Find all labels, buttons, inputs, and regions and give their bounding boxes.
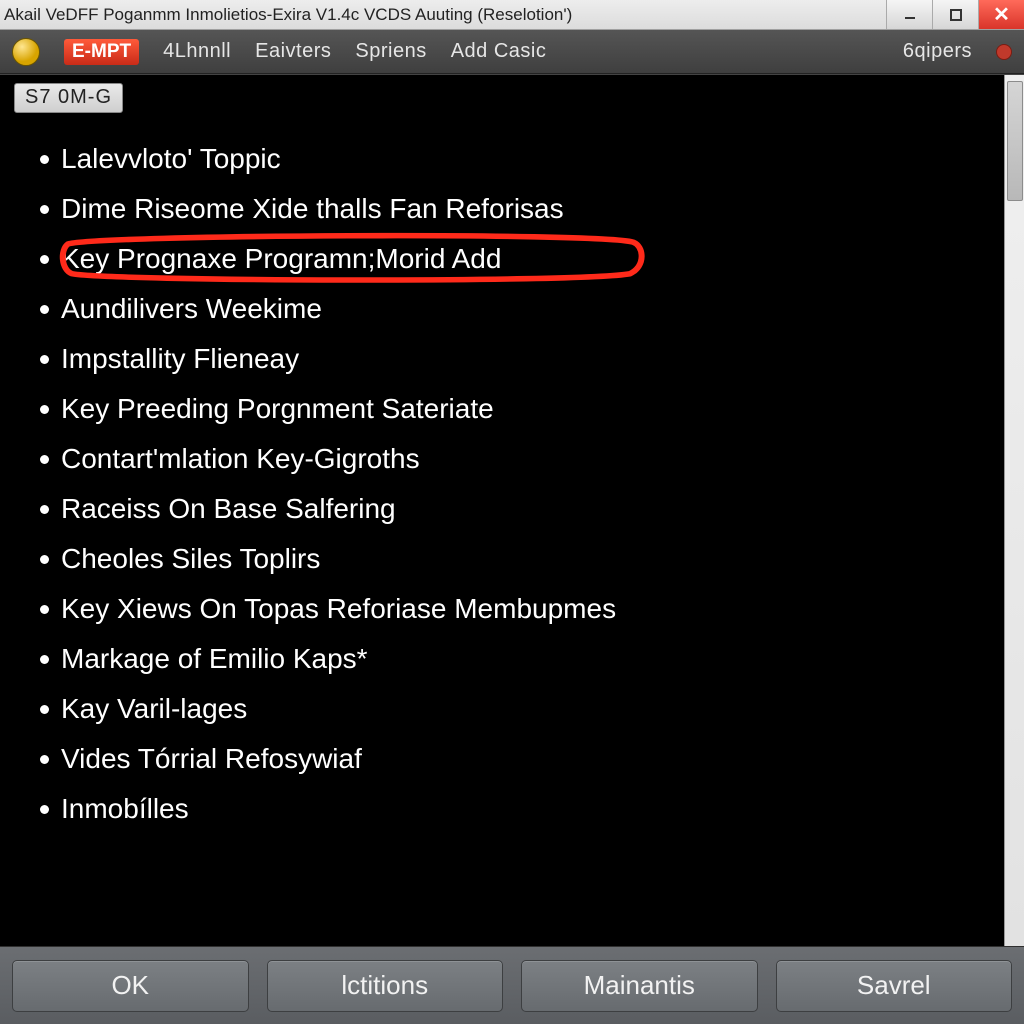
bullet-icon <box>40 305 49 314</box>
titlebar: Akail VeDFF Poganmm Inmolietios-Exira V1… <box>0 0 1024 30</box>
list-item-label: Kay Varil-lages <box>61 695 247 723</box>
app-window: Akail VeDFF Poganmm Inmolietios-Exira V1… <box>0 0 1024 1024</box>
list-item-label: Impstallity Flieneay <box>61 345 299 373</box>
bullet-icon <box>40 455 49 464</box>
minimize-icon <box>903 8 917 22</box>
list-item[interactable]: Kay Varil-lages <box>40 695 992 723</box>
vertical-scrollbar[interactable] <box>1004 75 1024 946</box>
count-chip-text: S7 0M-G <box>25 86 112 109</box>
list-item[interactable]: Impstallity Flieneay <box>40 345 992 373</box>
close-icon: ✕ <box>993 2 1010 27</box>
toolbar-item-1[interactable]: Eaivters <box>255 40 331 63</box>
toolbar: E-MPT 4Lhnnll Eaivters Spriens Add Casic… <box>0 30 1024 74</box>
bullet-icon <box>40 555 49 564</box>
app-logo-icon <box>12 38 40 66</box>
bullet-icon <box>40 405 49 414</box>
minimize-button[interactable] <box>886 0 932 29</box>
savrel-button[interactable]: Savrel <box>776 960 1013 1012</box>
list-item[interactable]: Vides Tórrial Refosywiaf <box>40 745 992 773</box>
bullet-icon <box>40 505 49 514</box>
bullet-icon <box>40 155 49 164</box>
list-item-label: Key Preeding Porgnment Sateriate <box>61 395 494 423</box>
list-item[interactable]: Aundilivers Weekime <box>40 295 992 323</box>
list-item-label: Aundilivers Weekime <box>61 295 322 323</box>
list-item[interactable]: Key Prognaxe Programn;Morid Add <box>40 245 992 273</box>
toolbar-item-3[interactable]: Add Casic <box>451 40 547 63</box>
option-list: Lalevvloto' Toppic Dime Riseome Xide thal… <box>0 145 1024 823</box>
toolbar-empt-badge[interactable]: E-MPT <box>64 39 139 65</box>
list-item[interactable]: Markage of Emilio Kaps* <box>40 645 992 673</box>
status-dot-icon <box>996 44 1012 60</box>
bullet-icon <box>40 705 49 714</box>
bullet-icon <box>40 255 49 264</box>
list-item-label: Key Xiews On Topas Reforiase Membupmes <box>61 595 616 623</box>
toolbar-item-0[interactable]: 4Lhnnll <box>163 40 231 63</box>
list-item-label: Lalevvloto' Toppic <box>61 145 281 173</box>
window-buttons: ✕ <box>886 0 1024 29</box>
toolbar-item-2[interactable]: Spriens <box>355 40 426 63</box>
bullet-icon <box>40 205 49 214</box>
list-item[interactable]: Key Xiews On Topas Reforiase Membupmes <box>40 595 992 623</box>
list-item-label: Vides Tórrial Refosywiaf <box>61 745 362 773</box>
list-item[interactable]: Contart'mlation Key-Gigroths <box>40 445 992 473</box>
ok-button[interactable]: OK <box>12 960 249 1012</box>
toolbar-right-label[interactable]: 6qipers <box>903 40 972 63</box>
list-item-label: Contart'mlation Key-Gigroths <box>61 445 420 473</box>
bottom-bar: OK lctitions Mainantis Savrel <box>0 946 1024 1024</box>
list-item[interactable]: Lalevvloto' Toppic <box>40 145 992 173</box>
maximize-button[interactable] <box>932 0 978 29</box>
bullet-icon <box>40 805 49 814</box>
list-item-label: Key Prognaxe Programn;Morid Add <box>61 245 501 273</box>
window-title: Akail VeDFF Poganmm Inmolietios-Exira V1… <box>4 5 886 25</box>
lctitions-button[interactable]: lctitions <box>267 960 504 1012</box>
bullet-icon <box>40 605 49 614</box>
list-item[interactable]: Inmobílles <box>40 795 992 823</box>
list-item-label: Cheoles Siles Toplirs <box>61 545 320 573</box>
list-item[interactable]: Raceiss On Base Salfering <box>40 495 992 523</box>
bullet-icon <box>40 355 49 364</box>
list-item-label: Inmobílles <box>61 795 189 823</box>
bullet-icon <box>40 655 49 664</box>
mainantis-button[interactable]: Mainantis <box>521 960 758 1012</box>
maximize-icon <box>949 8 963 22</box>
list-item[interactable]: Cheoles Siles Toplirs <box>40 545 992 573</box>
list-item-label: Dime Riseome Xide thalls Fan Reforisas <box>61 195 564 223</box>
list-item[interactable]: Key Preeding Porgnment Sateriate <box>40 395 992 423</box>
list-item-label: Markage of Emilio Kaps* <box>61 645 368 673</box>
count-chip: S7 0M-G <box>14 83 123 113</box>
content-area: S7 0M-G Lalevvloto' Toppic Dime Riseome X… <box>0 74 1024 946</box>
list-item-label: Raceiss On Base Salfering <box>61 495 396 523</box>
close-button[interactable]: ✕ <box>978 0 1024 29</box>
list-item[interactable]: Dime Riseome Xide thalls Fan Reforisas <box>40 195 992 223</box>
bullet-icon <box>40 755 49 764</box>
scrollbar-thumb[interactable] <box>1007 81 1023 201</box>
